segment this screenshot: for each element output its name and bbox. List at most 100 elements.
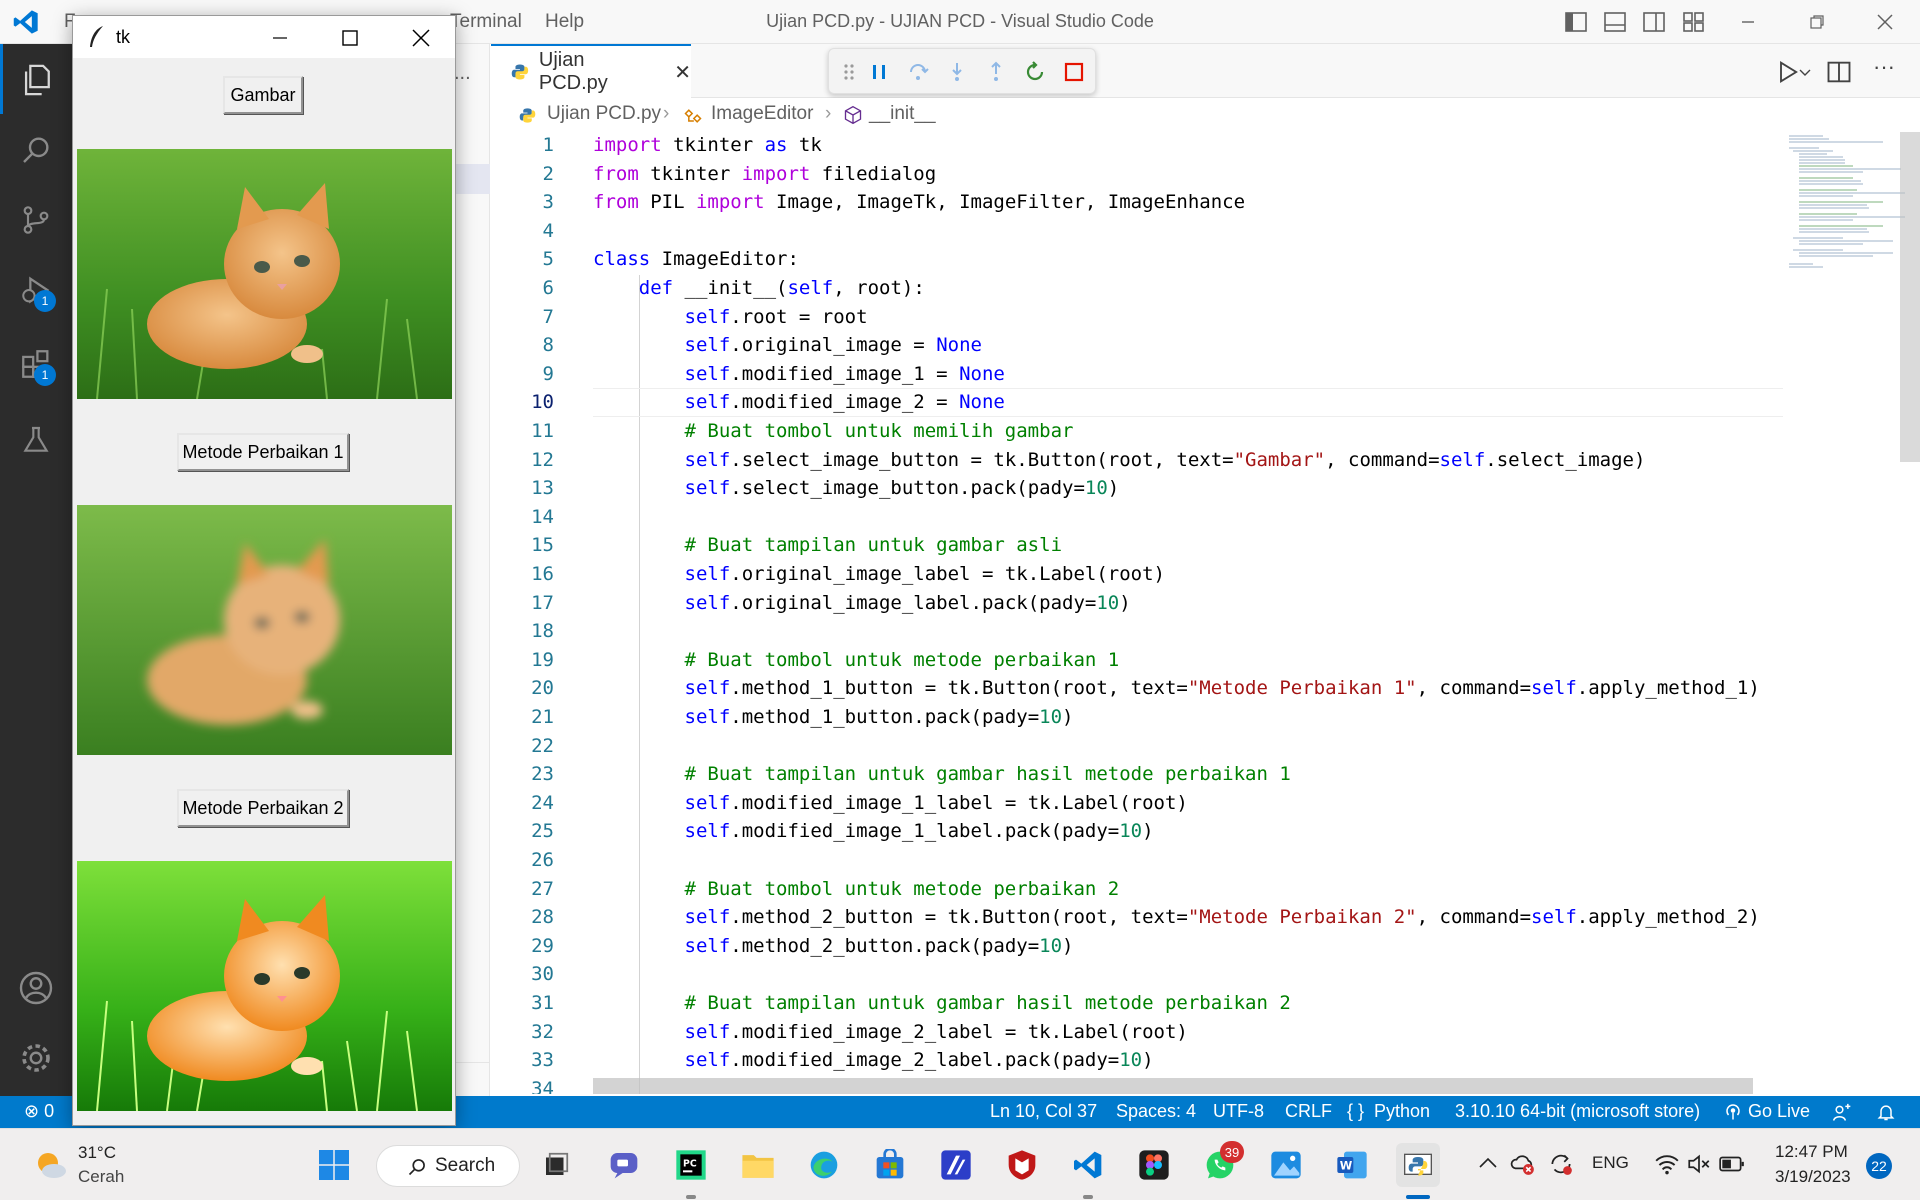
go-live-button[interactable]: Go Live [1748,1101,1810,1122]
step-out-icon[interactable] [984,60,1008,84]
code-line[interactable]: 9 self.modified_image_1 = None [491,360,1783,389]
code-line[interactable]: 13 self.select_image_button.pack(pady=10… [491,474,1783,503]
toggle-secondary-sidebar-icon[interactable] [1642,10,1666,34]
run-debug-button[interactable]: 1 [14,268,58,312]
code-line[interactable]: 22 [491,732,1783,761]
code-line[interactable]: 19 # Buat tombol untuk metode perbaikan … [491,646,1783,675]
code-line[interactable]: 5 class ImageEditor: [491,245,1783,274]
search-button[interactable] [14,128,58,172]
encoding-status[interactable]: UTF-8 [1213,1101,1264,1122]
code-line[interactable]: 14 [491,503,1783,532]
clock-date[interactable]: 3/19/2023 [1775,1167,1851,1187]
file-explorer-app[interactable] [736,1143,780,1187]
edge-app[interactable] [802,1143,846,1187]
battery-icon[interactable] [1718,1151,1746,1177]
sidebar-more-icon[interactable]: ... [454,62,471,85]
code-line[interactable]: 21 self.method_1_button.pack(pady=10) [491,703,1783,732]
pycharm-app[interactable]: PC [669,1143,713,1187]
step-into-icon[interactable] [945,60,969,84]
task-view-app[interactable] [534,1143,578,1187]
code-line[interactable]: 26 [491,846,1783,875]
feedback-icon[interactable] [1832,1103,1852,1123]
more-actions-icon[interactable]: ··· [1873,54,1895,80]
python-interpreter[interactable]: 3.10.10 64-bit (microsoft store) [1455,1101,1700,1122]
step-over-icon[interactable] [906,60,930,84]
bell-icon[interactable] [1876,1102,1896,1122]
tk-maximize-icon[interactable] [341,29,359,47]
chevron-up-icon[interactable] [1478,1155,1498,1171]
tab-ujian-pcd[interactable]: Ujian PCD.py ✕ [491,44,691,98]
microsoft-store-app[interactable] [868,1143,912,1187]
indentation-status[interactable]: Spaces: 4 [1116,1101,1196,1122]
accounts-button[interactable] [14,966,58,1010]
code-line[interactable]: 33 self.modified_image_2_label.pack(pady… [491,1046,1783,1075]
breadcrumb-file[interactable]: Ujian PCD.py [547,103,661,125]
toggle-panel-icon[interactable] [1603,10,1627,34]
tab-close-icon[interactable]: ✕ [674,60,691,85]
taskbar-search[interactable]: Search [376,1145,520,1187]
sync-icon[interactable] [1548,1151,1574,1177]
code-line[interactable]: 10 self.modified_image_2 = None [491,388,1783,417]
weather-description[interactable]: Cerah [78,1167,124,1187]
testing-button[interactable] [14,418,58,462]
code-line[interactable]: 28 self.method_2_button = tk.Button(root… [491,903,1783,932]
photos-app[interactable] [1264,1143,1308,1187]
tk-close-icon[interactable] [411,28,431,48]
teams-chat-app[interactable] [602,1143,646,1187]
extensions-button[interactable]: 1 [14,342,58,386]
tk-minimize-icon[interactable] [271,30,289,46]
cursor-position[interactable]: Ln 10, Col 37 [990,1101,1097,1122]
language-indicator[interactable]: ENG [1592,1153,1629,1173]
problems-status[interactable]: ⊗ 0 [24,1101,54,1122]
speaker-muted-icon[interactable] [1686,1151,1712,1177]
vertical-scrollbar[interactable] [1900,132,1920,462]
breadcrumb-class[interactable]: ImageEditor [711,103,813,125]
whatsapp-app[interactable]: 39 [1198,1141,1244,1187]
code-line[interactable]: 7 self.root = root [491,303,1783,332]
toggle-primary-sidebar-icon[interactable] [1564,10,1588,34]
python-running-app[interactable] [1396,1143,1440,1187]
code-line[interactable]: 11 # Buat tombol untuk memilih gambar [491,417,1783,446]
drag-handle-icon[interactable] [837,60,861,84]
code-line[interactable]: 29 self.method_2_button.pack(pady=10) [491,932,1783,961]
windows-start-icon[interactable] [316,1147,352,1183]
powerautomate-app[interactable] [934,1143,978,1187]
code-line[interactable]: 3 from PIL import Image, ImageTk, ImageFi… [491,188,1783,217]
run-python-icon[interactable] [1774,58,1802,86]
code-line[interactable]: 23 # Buat tampilan untuk gambar hasil me… [491,760,1783,789]
breadcrumb-method[interactable]: __init__ [869,103,936,125]
code-line[interactable]: 27 # Buat tombol untuk metode perbaikan … [491,875,1783,904]
split-editor-icon[interactable] [1825,58,1853,86]
code-line[interactable]: 8 self.original_image = None [491,331,1783,360]
code-line[interactable]: 31 # Buat tampilan untuk gambar hasil me… [491,989,1783,1018]
code-line[interactable]: 6 def __init__(self, root): [491,274,1783,303]
onedrive-error-icon[interactable] [1510,1151,1536,1177]
code-line[interactable]: 32 self.modified_image_2_label = tk.Labe… [491,1018,1783,1047]
vscode-taskbar-app[interactable] [1066,1143,1110,1187]
code-line[interactable]: 15 # Buat tampilan untuk gambar asli [491,531,1783,560]
language-mode[interactable]: Python [1374,1101,1430,1122]
code-line[interactable]: 4 [491,217,1783,246]
code-line[interactable]: 16 self.original_image_label = tk.Label(… [491,560,1783,589]
restart-icon[interactable] [1023,60,1047,84]
code-line[interactable]: 20 self.method_1_button = tk.Button(root… [491,674,1783,703]
code-line[interactable]: 24 self.modified_image_1_label = tk.Labe… [491,789,1783,818]
wifi-icon[interactable] [1654,1151,1680,1177]
code-line[interactable]: 17 self.original_image_label.pack(pady=1… [491,589,1783,618]
notification-count-badge[interactable]: 22 [1866,1153,1892,1179]
stop-icon[interactable] [1062,60,1086,84]
weather-sun-icon[interactable] [32,1147,68,1183]
metode-perbaikan-1-button[interactable]: Metode Perbaikan 1 [177,433,349,471]
pause-icon[interactable] [867,60,891,84]
code-line[interactable]: 25 self.modified_image_1_label.pack(pady… [491,817,1783,846]
manage-button[interactable] [14,1036,58,1080]
code-editor[interactable]: 1 import tkinter as tk 2 from tkinter impor… [491,132,1783,1094]
code-line[interactable]: 12 self.select_image_button = tk.Button(… [491,446,1783,475]
customize-layout-icon[interactable] [1682,10,1706,34]
figma-app[interactable] [1132,1143,1176,1187]
horizontal-scrollbar[interactable] [593,1078,1753,1094]
mcafee-app[interactable] [1000,1143,1044,1187]
eol-status[interactable]: CRLF [1285,1101,1332,1122]
restore-button[interactable] [1794,6,1840,38]
minimize-button[interactable] [1725,6,1771,38]
